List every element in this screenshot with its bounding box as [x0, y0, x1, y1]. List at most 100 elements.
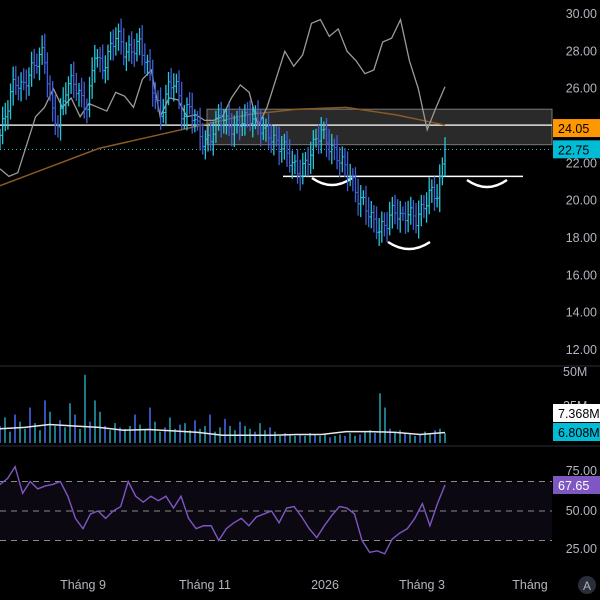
volume-bar: [379, 393, 381, 443]
price-tick-label: 30.00: [566, 7, 597, 21]
volume-bar: [129, 425, 131, 443]
price-tick-label: 12.00: [566, 343, 597, 357]
volume-ma-badge-text: 7.368M: [558, 407, 600, 421]
volume-bar: [349, 433, 351, 443]
volume-bar: [49, 411, 51, 443]
volume-bar: [294, 435, 296, 443]
stock-chart[interactable]: 30.0028.0026.0024.0022.0020.0018.0016.00…: [0, 0, 600, 600]
rsi-badge: 67.65: [553, 476, 600, 494]
volume-bar: [339, 434, 341, 443]
volume-bar: [149, 407, 151, 443]
volume-bar: [179, 424, 181, 443]
last-price-badge-text: 22.75: [558, 143, 589, 157]
volume-bar: [89, 421, 91, 443]
resistance-zone: [206, 108, 553, 146]
volume-pane[interactable]: [0, 374, 446, 443]
volume-bar: [364, 431, 366, 443]
volume-bar: [404, 433, 406, 443]
price-pane[interactable]: [0, 17, 553, 251]
auto-scale-label: A: [583, 579, 591, 593]
volume-bar: [344, 435, 346, 443]
volume-bar: [154, 421, 156, 443]
volume-bar: [439, 428, 441, 443]
volume-bar: [64, 427, 66, 443]
volume-bar: [224, 418, 226, 443]
time-label: Tháng 11: [179, 578, 231, 592]
volume-bar: [114, 423, 116, 443]
rsi-tick-label: 75.00: [566, 464, 597, 478]
volume-bar: [279, 435, 281, 443]
volume-bar: [359, 434, 361, 443]
volume-ma-badge: 7.368M: [553, 404, 600, 422]
rsi-badge-text: 67.65: [558, 479, 589, 493]
rsi-tick-label: 25.00: [566, 542, 597, 556]
volume-bar: [199, 428, 201, 443]
volume-bar: [324, 434, 326, 443]
volume-ma-line: [0, 423, 446, 436]
volume-bar: [384, 407, 386, 443]
time-label: Tháng: [512, 578, 547, 592]
price-axis[interactable]: 30.0028.0026.0024.0022.0020.0018.0016.00…: [563, 7, 597, 556]
time-label: Tháng 9: [60, 578, 106, 592]
price-tick-label: 20.00: [566, 194, 597, 208]
volume-bar: [304, 435, 306, 443]
volume-bar: [74, 414, 76, 443]
volume-bar: [259, 423, 261, 443]
volume-bar: [204, 425, 206, 443]
volume-bar: [14, 414, 16, 443]
volume-bar: [209, 414, 211, 443]
volume-bar: [254, 431, 256, 443]
volume-tick-label: 50M: [563, 365, 587, 379]
volume-bar: [329, 437, 331, 443]
volume-bar: [94, 400, 96, 443]
volume-bar: [299, 434, 301, 443]
level-badge: 24.05: [553, 119, 600, 138]
volume-bar: [44, 400, 46, 443]
auto-scale-button[interactable]: A: [578, 576, 596, 594]
pattern-arc: [466, 178, 508, 189]
volume-bar: [79, 428, 81, 443]
volume-bar: [444, 433, 446, 443]
price-tick-label: 26.00: [566, 82, 597, 96]
volume-bar: [354, 435, 356, 443]
level-badge-text: 24.05: [558, 122, 589, 136]
volume-bar: [9, 431, 11, 443]
time-label: 2026: [311, 578, 339, 592]
volume-bar: [24, 428, 26, 443]
volume-bar: [4, 417, 6, 443]
time-label: Tháng 3: [399, 578, 445, 592]
volume-bar: [314, 434, 316, 443]
volume-bar: [84, 374, 86, 443]
volume-bar: [239, 421, 241, 443]
time-axis[interactable]: Tháng 9 Tháng 11 2026 Tháng 3 Tháng: [60, 578, 548, 592]
rsi-pane[interactable]: [0, 465, 552, 555]
volume-bar: [159, 431, 161, 443]
comparison-line: [0, 17, 446, 178]
price-tick-label: 28.00: [566, 44, 597, 58]
price-tick-label: 14.00: [566, 306, 597, 320]
volume-bar: [54, 425, 56, 443]
volume-bar: [429, 433, 431, 443]
volume-bar: [139, 424, 141, 443]
volume-bar: [234, 430, 236, 443]
volume-bar: [214, 431, 216, 443]
volume-bar: [29, 407, 31, 443]
price-tick-label: 18.00: [566, 231, 597, 245]
rsi-tick-label: 50.00: [566, 504, 597, 518]
volume-bar: [264, 430, 266, 443]
volume-bar: [109, 430, 111, 443]
volume-bar: [419, 434, 421, 443]
volume-bar: [334, 435, 336, 443]
volume-bar: [409, 434, 411, 443]
last-price-badge: 22.75: [553, 140, 600, 159]
volume-bar: [19, 421, 21, 443]
volume-bar: [59, 420, 61, 443]
price-tick-label: 22.00: [566, 156, 597, 170]
volume-bar: [394, 431, 396, 443]
price-tick-label: 16.00: [566, 268, 597, 282]
volume-bar: [69, 403, 71, 443]
volume-bar: [39, 430, 41, 443]
volume-bar: [414, 435, 416, 443]
pattern-arc: [311, 176, 353, 187]
volume-badge: 6.808M: [553, 423, 600, 441]
